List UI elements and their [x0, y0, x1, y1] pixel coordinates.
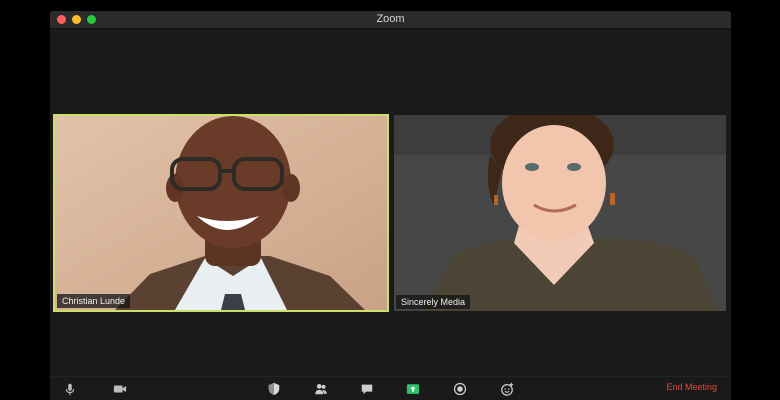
mic-icon [65, 383, 75, 396]
chat-button[interactable] [357, 380, 377, 398]
record-button[interactable] [450, 380, 470, 398]
participants-button[interactable] [311, 380, 331, 398]
stop-video-button[interactable] [110, 380, 130, 398]
participant-name-christian-lunde: Christian Lunde [57, 294, 131, 308]
window-title: Zoom [376, 13, 405, 25]
reactions-button[interactable] [497, 380, 517, 398]
participants-icon [315, 384, 327, 395]
participant-video-christian-lunde [55, 116, 387, 310]
participant-video-sincerely-media [394, 115, 726, 311]
meeting-toolbar: End Meeting [50, 376, 731, 400]
video-gallery: Christian Lunde Sincerely Media [50, 29, 731, 376]
participant-name-sincerely-media: Sincerely Media [396, 295, 471, 309]
mute-button[interactable] [60, 380, 80, 398]
share-screen-icon [406, 384, 420, 394]
security-button[interactable] [264, 380, 284, 398]
reactions-icon [501, 382, 514, 396]
participant-video-tile-sincerely-media[interactable]: Sincerely Media [394, 115, 726, 311]
share-screen-button[interactable] [403, 380, 423, 398]
record-icon [453, 382, 467, 396]
security-shield-icon [268, 382, 280, 396]
participant-video-tile-christian-lunde[interactable]: Christian Lunde [53, 114, 389, 312]
end-meeting-button[interactable]: End Meeting [666, 382, 717, 392]
chat-icon [361, 384, 373, 395]
zoom-window: Zoom Christian Lunde Sincerely Media End… [50, 11, 731, 400]
video-camera-icon [113, 385, 127, 393]
title-bar: Zoom [50, 11, 731, 29]
